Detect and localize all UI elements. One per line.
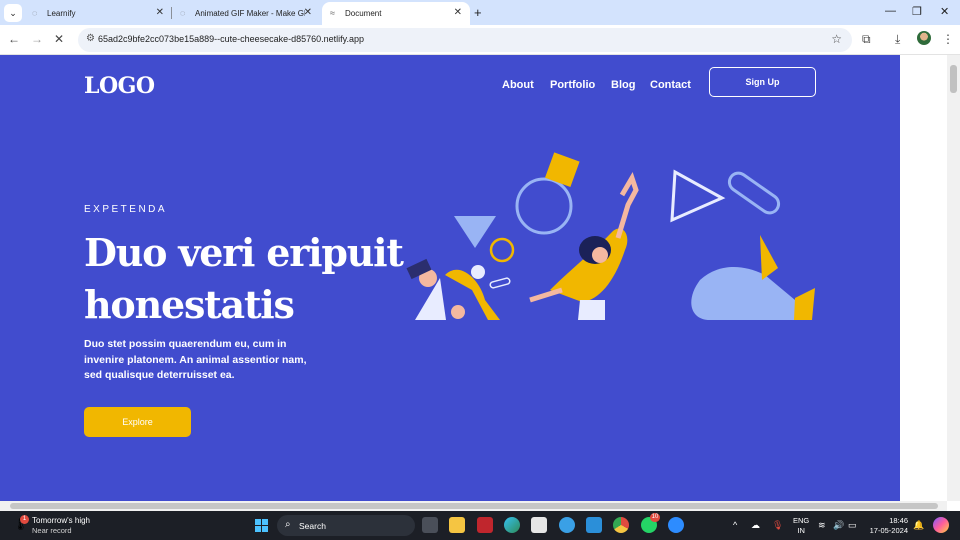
scroll-thumb[interactable] <box>950 65 957 93</box>
wifi-icon[interactable]: ≋ <box>818 520 826 531</box>
language-indicator[interactable]: ENG IN <box>793 516 809 536</box>
horizontal-scrollbar[interactable] <box>0 501 947 511</box>
weather-title[interactable]: Tomorrow's high <box>32 516 90 525</box>
site-logo[interactable]: LOGO <box>84 73 155 99</box>
figure-right-pants <box>691 266 798 320</box>
battery-icon[interactable]: ▭ <box>848 520 857 531</box>
page-icon: ≈ <box>330 8 335 18</box>
ring-shape <box>515 177 573 235</box>
small-ring-shape <box>489 237 515 263</box>
extensions-icon[interactable]: ⧉ <box>862 32 871 47</box>
mcafee-icon[interactable] <box>477 517 493 533</box>
figure-middle-pants <box>578 300 605 320</box>
zoom-icon[interactable] <box>668 517 684 533</box>
chrome-icon[interactable] <box>613 517 629 533</box>
close-icon[interactable]: ✕ <box>156 7 164 18</box>
window-close-icon[interactable]: ✕ <box>940 5 949 18</box>
hero-headline: Duo veri eripuit honestatis <box>84 230 404 327</box>
triangle-shape <box>454 216 496 248</box>
whatsapp-badge: 10 <box>650 513 660 522</box>
copilot-icon[interactable] <box>933 517 949 533</box>
onedrive-icon[interactable]: ☁ <box>751 520 760 531</box>
nav-blog[interactable]: Blog <box>611 79 635 91</box>
weather-subtitle[interactable]: Near record <box>32 526 72 535</box>
show-hidden-icons[interactable]: ^ <box>733 520 737 530</box>
figure-middle-face <box>592 247 608 263</box>
nav-portfolio[interactable]: Portfolio <box>550 79 595 91</box>
tab-learnify[interactable]: ◌ Learnify ✕ <box>24 2 172 25</box>
tab-title: Animated GIF Maker - Make GIFs <box>195 9 305 18</box>
triangle-outline-shape <box>670 169 726 223</box>
restore-icon[interactable]: ❐ <box>912 5 922 18</box>
lang-region: IN <box>797 526 805 535</box>
nav-contact[interactable]: Contact <box>650 79 691 91</box>
sign-up-button[interactable]: Sign Up <box>709 67 816 97</box>
scroll-thumb[interactable] <box>10 503 938 509</box>
search-label: Search <box>299 521 326 531</box>
clock-time: 18:46 <box>889 516 908 525</box>
browser-menu-icon[interactable]: ⋮ <box>942 32 954 46</box>
notification-bell-icon[interactable]: 🔔 <box>913 520 924 531</box>
hero-lead-text: Duo stet possim quaerendum eu, cum in in… <box>84 338 307 381</box>
clock-date: 17-05-2024 <box>869 526 908 535</box>
explore-button[interactable]: Explore <box>84 407 191 437</box>
minimize-icon[interactable]: — <box>885 5 896 17</box>
browser-toolbar: ← → ✕ ⚙ 65ad2c9bfe2cc073be15a889--cute-c… <box>0 25 960 55</box>
site-info-icon[interactable]: ⚙ <box>86 33 95 44</box>
task-view-icon[interactable] <box>422 517 438 533</box>
figure-middle-arm-up <box>615 171 639 239</box>
new-tab-icon[interactable]: + <box>474 5 482 20</box>
tab-gif-maker[interactable]: ◌ Animated GIF Maker - Make GIFs ✕ <box>172 2 320 25</box>
figure-right-shoe-bottom <box>794 288 815 320</box>
lang-code: ENG <box>793 516 810 525</box>
address-bar[interactable]: ⚙ 65ad2c9bfe2cc073be15a889--cute-cheesec… <box>78 28 852 52</box>
capsule-shape <box>727 171 781 215</box>
download-icon[interactable]: ⤓ <box>895 32 900 47</box>
url-text[interactable]: 65ad2c9bfe2cc073be15a889--cute-cheesecak… <box>98 34 364 44</box>
weather-badge: 1 <box>20 515 29 524</box>
pill-outline-shape <box>489 277 511 289</box>
tab-title: Learnify <box>47 9 76 18</box>
folder-icon[interactable] <box>449 517 465 533</box>
search-icon: ⌕ <box>285 519 291 530</box>
taskbar-search[interactable]: ⌕ Search <box>277 515 415 536</box>
back-icon[interactable]: ← <box>8 32 20 46</box>
square-shape <box>544 152 580 187</box>
figure-middle-arm-left <box>529 287 563 303</box>
dot-shape <box>471 265 485 279</box>
figure-left-hand <box>451 305 465 319</box>
close-icon[interactable]: ✕ <box>304 7 312 18</box>
globe-icon: ◌ <box>32 8 38 18</box>
start-button[interactable] <box>255 519 268 532</box>
system-clock[interactable]: 18:46 17-05-2024 <box>866 516 908 536</box>
hero-illustration <box>406 152 815 320</box>
volume-icon[interactable]: 🔊 <box>833 520 844 531</box>
bookmark-star-icon[interactable]: ☆ <box>831 32 842 46</box>
profile-avatar[interactable] <box>917 31 931 45</box>
forward-icon[interactable]: → <box>31 32 43 46</box>
edge-icon[interactable] <box>504 517 520 533</box>
tab-title: Document <box>345 9 382 18</box>
tab-search-button[interactable]: ⌄ <box>4 4 22 22</box>
stop-loading-icon[interactable]: ✕ <box>54 32 64 46</box>
windows-taskbar: 🌡 1 Tomorrow's high Near record ⌕ Search… <box>0 511 960 540</box>
close-icon[interactable]: ✕ <box>454 7 462 18</box>
nav-about[interactable]: About <box>502 79 534 91</box>
store-icon[interactable] <box>531 517 547 533</box>
vpn-icon[interactable] <box>559 517 575 533</box>
figure-right-shoe-top <box>760 235 778 280</box>
globe-icon: ◌ <box>180 8 186 18</box>
microphone-icon[interactable]: 🎙 <box>772 520 783 531</box>
vscode-icon[interactable] <box>586 517 602 533</box>
hero-eyebrow: EXPETENDA <box>84 204 168 215</box>
tab-strip: ⌄ ◌ Learnify ✕ ◌ Animated GIF Maker - Ma… <box>0 0 960 25</box>
web-page: LOGO About Portfolio Blog Contact Sign U… <box>0 55 900 501</box>
vertical-scrollbar[interactable] <box>947 55 960 501</box>
tab-document[interactable]: ≈ Document ✕ <box>322 2 470 25</box>
